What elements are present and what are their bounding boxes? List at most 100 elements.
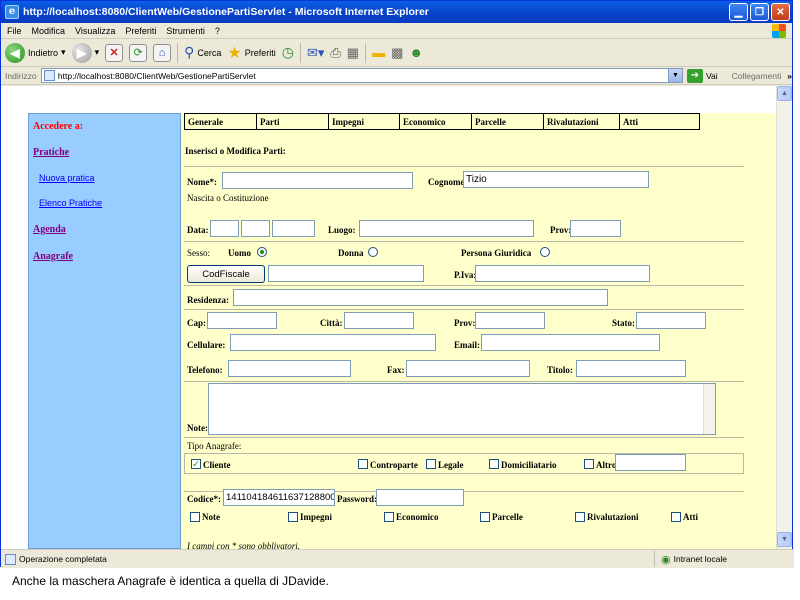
- note-label: Note:: [187, 423, 208, 433]
- codice-input[interactable]: 1411041846116371288001: [223, 489, 335, 506]
- textarea-scrollbar[interactable]: [703, 384, 715, 434]
- page-scrollbar[interactable]: ▲ ▼: [776, 86, 792, 549]
- sidebar-link-nuova-pratica[interactable]: Nuova pratica: [39, 173, 95, 183]
- address-input[interactable]: http://localhost:8080/ClientWeb/Gestione…: [40, 68, 683, 83]
- folder-icon[interactable]: ▬: [372, 45, 385, 60]
- luogo-label: Luogo:: [328, 225, 356, 235]
- windows-logo-icon: [772, 24, 786, 38]
- codfiscale-input[interactable]: [268, 265, 424, 282]
- menu-modifica[interactable]: Modifica: [32, 26, 66, 36]
- browser-window: e http://localhost:8080/ClientWeb/Gestio…: [0, 0, 794, 568]
- chevron-right-icon[interactable]: »: [787, 71, 792, 81]
- cliente-checkbox[interactable]: ✓: [191, 459, 201, 469]
- tab-impegni[interactable]: Impegni: [329, 114, 400, 129]
- prov-label: Prov:: [550, 225, 572, 235]
- tab-rivalutazioni[interactable]: Rivalutazioni: [544, 114, 620, 129]
- menu-strumenti[interactable]: Strumenti: [166, 26, 205, 36]
- search-button[interactable]: ⚲ Cerca: [184, 44, 221, 61]
- status-text: Operazione completata: [19, 554, 107, 564]
- go-button[interactable]: ➜ Vai: [686, 68, 718, 83]
- controparte-checkbox[interactable]: [358, 459, 368, 469]
- refresh-icon[interactable]: ⟳: [129, 43, 148, 62]
- donna-radio[interactable]: [368, 247, 378, 257]
- permesso-atti-checkbox[interactable]: [671, 512, 681, 522]
- print-icon[interactable]: ⎙: [330, 45, 340, 61]
- codfiscale-button[interactable]: CodFiscale: [187, 265, 265, 283]
- donna-label: Donna: [338, 248, 364, 258]
- address-bar: Indirizzo http://localhost:8080/ClientWe…: [1, 67, 792, 85]
- chevron-down-icon: ▾: [61, 47, 66, 57]
- forward-arrow-icon: ▶: [71, 42, 92, 63]
- altro-checkbox[interactable]: [584, 459, 594, 469]
- giuridica-radio[interactable]: [540, 247, 550, 257]
- history-icon[interactable]: ◷: [282, 44, 294, 61]
- prov2-input[interactable]: [475, 312, 545, 329]
- data-year-input[interactable]: [272, 220, 315, 237]
- tab-parcelle[interactable]: Parcelle: [472, 114, 544, 129]
- email-input[interactable]: [481, 334, 660, 351]
- tab-economico[interactable]: Economico: [400, 114, 472, 129]
- favorites-button[interactable]: ★ Preferiti: [227, 43, 275, 63]
- legale-checkbox[interactable]: [426, 459, 436, 469]
- forward-button[interactable]: ▶ ▾: [71, 42, 99, 63]
- password-input[interactable]: [376, 489, 464, 506]
- scroll-down-icon[interactable]: ▼: [777, 532, 792, 547]
- toolbar-separator: [299, 42, 301, 63]
- data-month-input[interactable]: [241, 220, 270, 237]
- maximize-button[interactable]: ❐: [750, 3, 769, 21]
- permesso-impegni-checkbox[interactable]: [288, 512, 298, 522]
- luogo-input[interactable]: [359, 220, 534, 237]
- sidebar-link-elenco-pratiche[interactable]: Elenco Pratiche: [39, 198, 102, 208]
- edit-icon[interactable]: ▦: [347, 45, 359, 61]
- permesso-note-checkbox[interactable]: [190, 512, 200, 522]
- titolo-label: Titolo:: [547, 365, 573, 375]
- altro-input[interactable]: [615, 454, 686, 471]
- password-label: Password:: [337, 494, 377, 504]
- back-button[interactable]: ◀ Indietro ▾: [5, 42, 66, 63]
- nome-input[interactable]: [222, 172, 413, 189]
- sidebar-link-pratiche[interactable]: Pratiche: [33, 147, 69, 158]
- telefono-input[interactable]: [228, 360, 351, 377]
- mail-icon[interactable]: ✉▾: [307, 45, 324, 61]
- research-icon[interactable]: ▩: [391, 45, 403, 61]
- cap-input[interactable]: [207, 312, 277, 329]
- domiciliatario-checkbox[interactable]: [489, 459, 499, 469]
- tab-generale[interactable]: Generale: [185, 114, 257, 129]
- cellulare-input[interactable]: [230, 334, 436, 351]
- piva-input[interactable]: [475, 265, 650, 282]
- sidebar-link-anagrafe[interactable]: Anagrafe: [33, 251, 73, 262]
- menu-file[interactable]: File: [7, 26, 22, 36]
- titolo-input[interactable]: [576, 360, 686, 377]
- tab-parti[interactable]: Parti: [257, 114, 329, 129]
- residenza-input[interactable]: [233, 289, 608, 306]
- divider: [184, 285, 744, 286]
- menu-preferiti[interactable]: Preferiti: [125, 26, 156, 36]
- menu-bar: File Modifica Visualizza Preferiti Strum…: [1, 23, 792, 39]
- altro-label: Altro: [596, 460, 617, 470]
- domiciliatario-label: Domiciliatario: [501, 460, 557, 470]
- minimize-button[interactable]: ▁: [729, 3, 748, 21]
- messenger-icon[interactable]: ☻: [409, 45, 423, 60]
- scroll-up-icon[interactable]: ▲: [777, 86, 792, 101]
- tab-atti[interactable]: Atti: [620, 114, 699, 129]
- note-textarea[interactable]: [208, 383, 716, 435]
- permesso-rivalutazioni-checkbox[interactable]: [575, 512, 585, 522]
- email-label: Email:: [454, 340, 480, 350]
- chevron-down-icon[interactable]: ▼: [667, 69, 682, 82]
- stop-icon[interactable]: ✕: [105, 43, 124, 62]
- data-day-input[interactable]: [210, 220, 239, 237]
- fax-input[interactable]: [406, 360, 530, 377]
- close-button[interactable]: ✕: [771, 3, 790, 21]
- permesso-economico-checkbox[interactable]: [384, 512, 394, 522]
- uomo-radio[interactable]: [257, 247, 267, 257]
- permesso-parcelle-checkbox[interactable]: [480, 512, 490, 522]
- stato-input[interactable]: [636, 312, 706, 329]
- menu-visualizza[interactable]: Visualizza: [75, 26, 115, 36]
- sidebar-link-agenda[interactable]: Agenda: [33, 224, 66, 235]
- citta-input[interactable]: [344, 312, 414, 329]
- menu-help[interactable]: ?: [215, 26, 220, 36]
- links-toolbar[interactable]: Collegamenti: [732, 71, 782, 81]
- cognome-input[interactable]: Tizio: [463, 171, 649, 188]
- prov-input[interactable]: [570, 220, 621, 237]
- home-icon[interactable]: ⌂: [153, 43, 172, 62]
